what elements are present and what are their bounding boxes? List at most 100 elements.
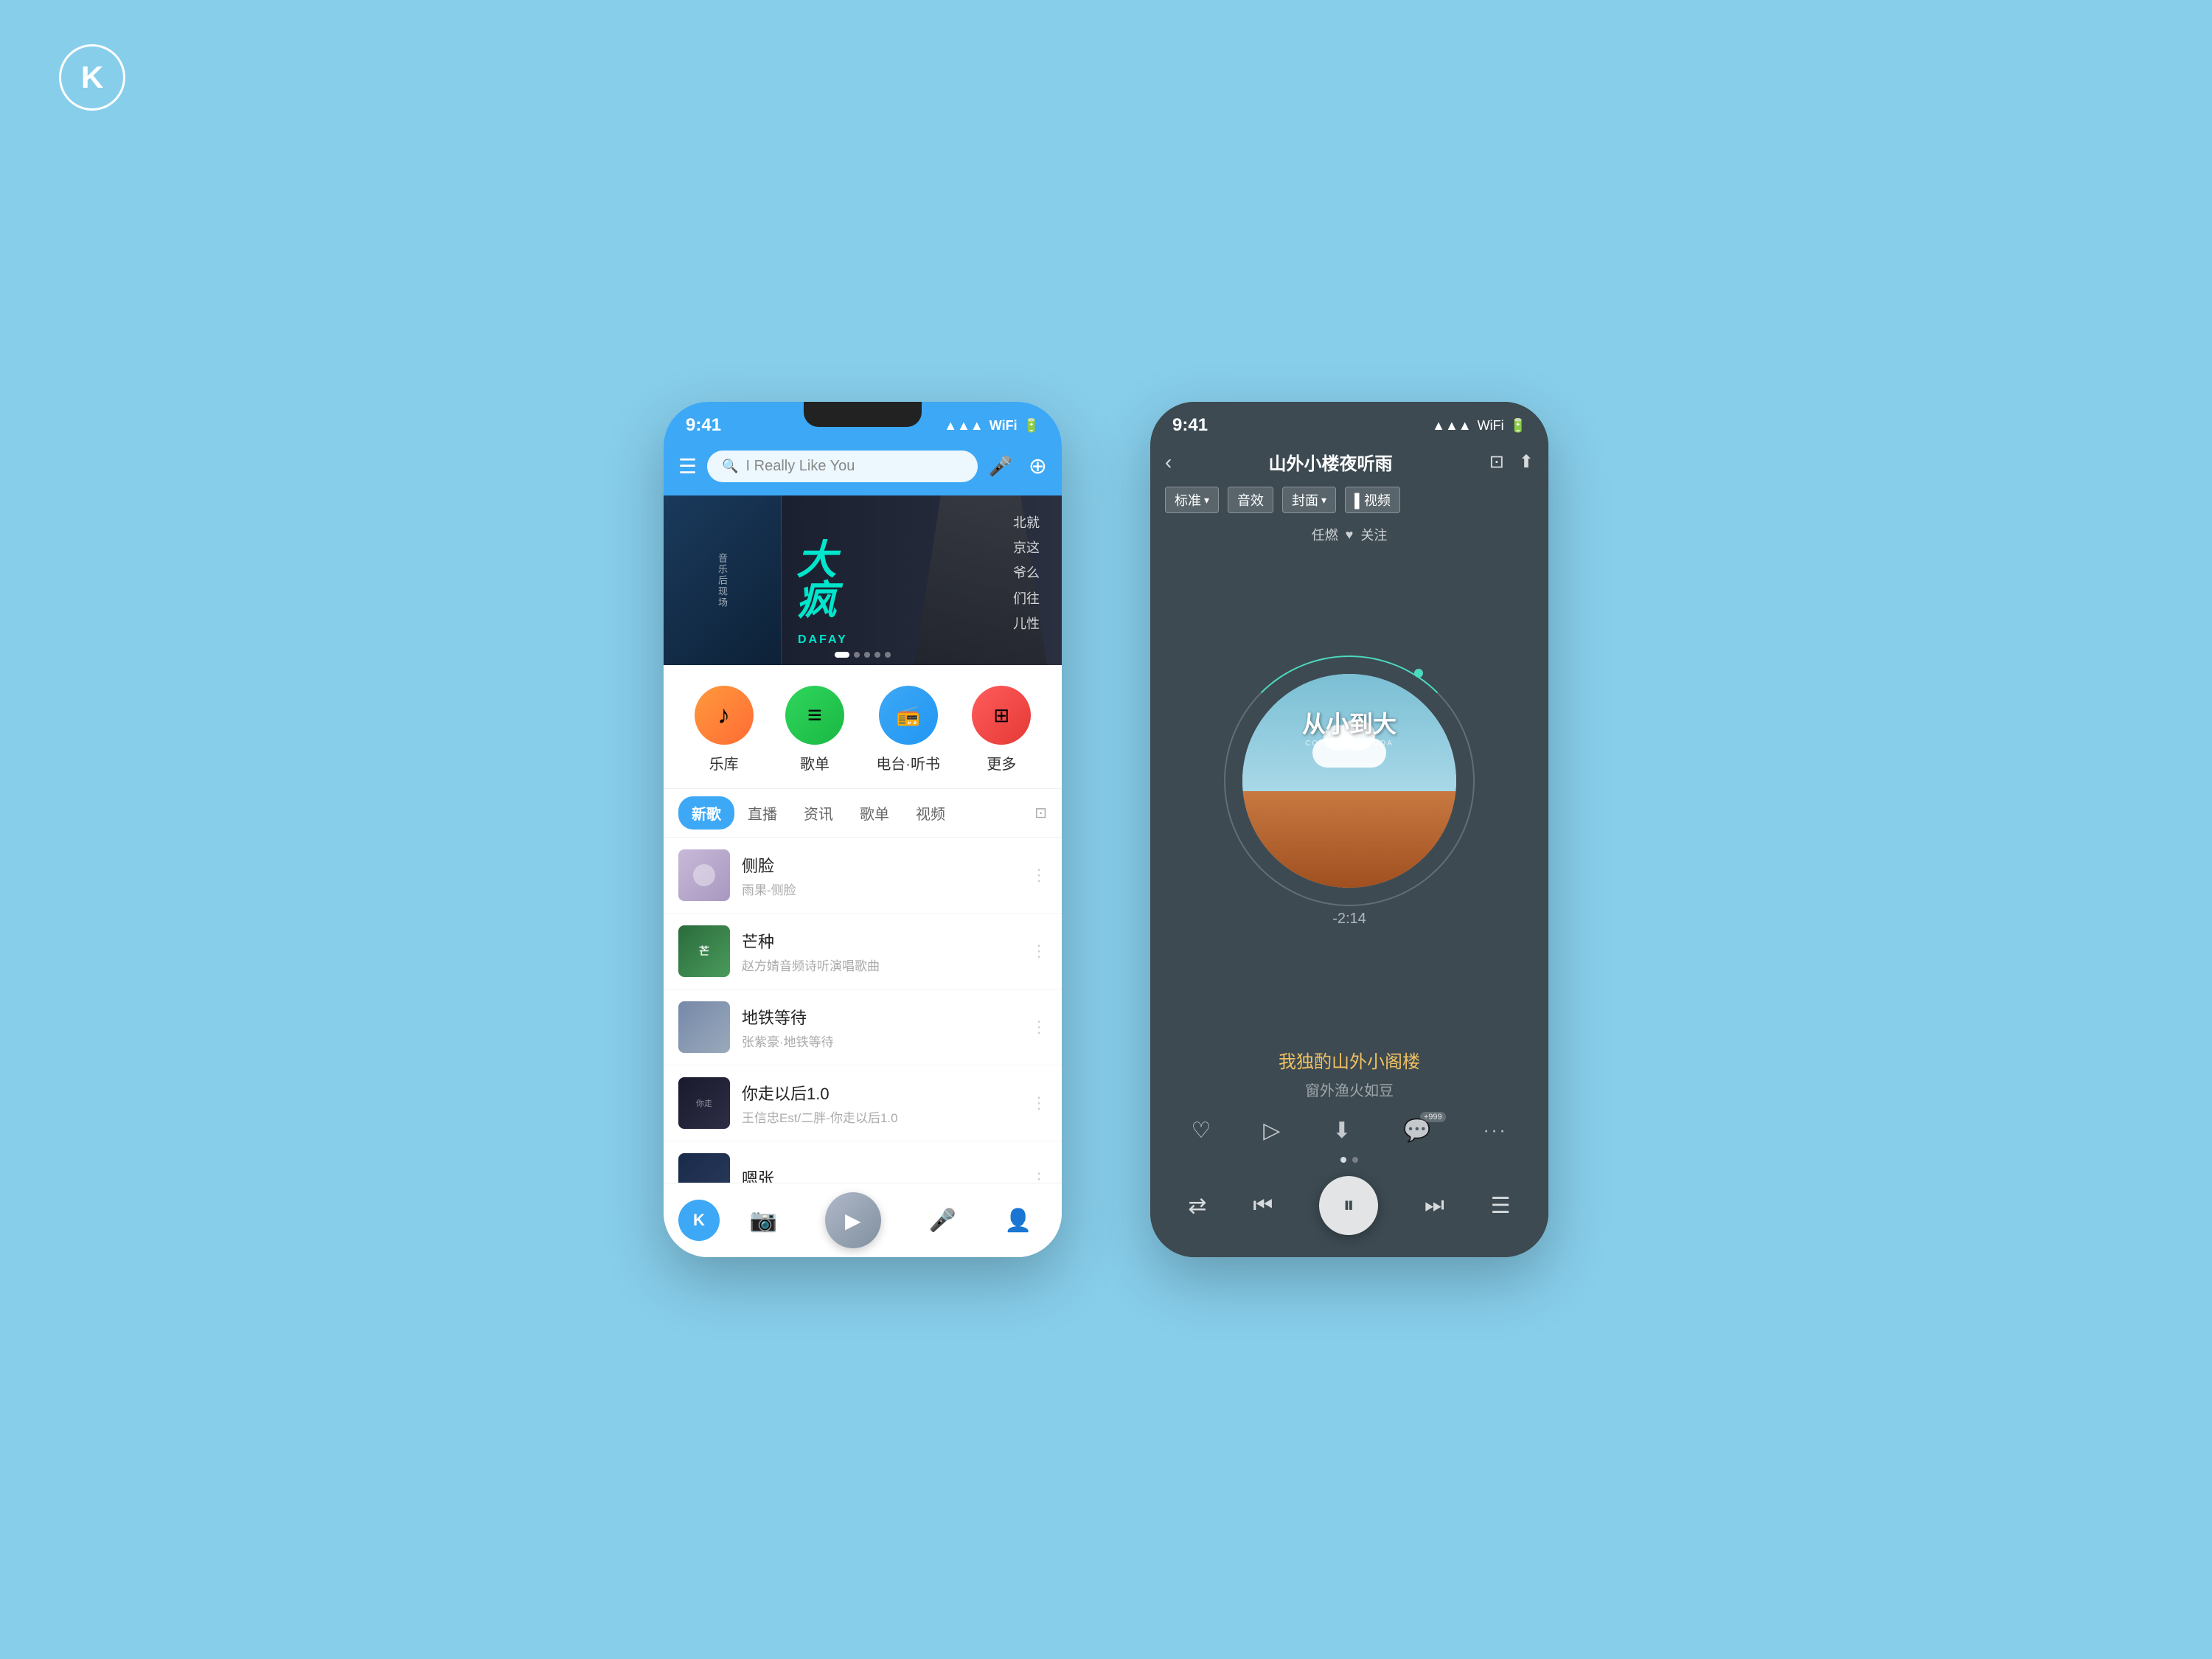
- song-subtitle-2: 赵方婧音频诗听演唱歌曲: [742, 956, 1019, 974]
- left-phone: 9:41 ▲▲▲ WiFi 🔋 ☰ 🔍 I Really Like You 🎤 …: [664, 402, 1062, 1257]
- player-bar: K 📷 ▶ 🎤 👤: [664, 1183, 1062, 1257]
- like-icon[interactable]: ♡: [1191, 1118, 1211, 1144]
- download-icon[interactable]: ⬇: [1332, 1118, 1351, 1144]
- quick-item-library[interactable]: ♪ 乐库: [695, 686, 754, 773]
- tab-live[interactable]: 直播: [734, 796, 790, 830]
- album-title: 从小到大 CONGXIAO DADDA: [1302, 706, 1397, 748]
- song-item-5[interactable]: 嗯张 ⋮: [664, 1141, 1062, 1183]
- tab-video[interactable]: 视频: [902, 796, 959, 830]
- quality-effect[interactable]: 音效: [1228, 487, 1273, 513]
- album-area: 从小到大 CONGXIAO DADDA -2:14: [1150, 550, 1548, 1040]
- song-more-4[interactable]: ⋮: [1031, 1093, 1047, 1113]
- banner-left: 音乐后现场: [664, 495, 782, 665]
- song-subtitle-1: 雨果-侧脸: [742, 880, 1019, 898]
- r-wifi-icon: WiFi: [1478, 418, 1504, 434]
- tab-new-songs[interactable]: 新歌: [678, 796, 734, 830]
- wifi-icon: WiFi: [990, 418, 1018, 434]
- tabs-more-icon[interactable]: ⊡: [1034, 804, 1047, 822]
- quick-item-more[interactable]: ⊞ 更多: [972, 686, 1031, 773]
- song-item-4[interactable]: 你走 你走以后1.0 王信忠Est/二胖-你走以后1.0 ⋮: [664, 1065, 1062, 1141]
- play-pause-btn[interactable]: ⏸: [1319, 1176, 1378, 1235]
- airplay-icon[interactable]: ⊡: [1489, 451, 1504, 473]
- right-phone: 9:41 ▲▲▲ WiFi 🔋 ‹ 山外小楼夜听雨 ⊡ ⬆ 标准 ▾ 音效: [1150, 402, 1548, 1257]
- search-bar[interactable]: 🔍 I Really Like You: [707, 451, 978, 482]
- song-title-5: 嗯张: [742, 1166, 1019, 1183]
- quality-cover[interactable]: 封面 ▾: [1282, 487, 1336, 513]
- playlist-icon: ≡: [785, 686, 844, 745]
- prev-icon[interactable]: ⏮: [1253, 1193, 1273, 1218]
- song-more-1[interactable]: ⋮: [1031, 866, 1047, 885]
- camera-icon[interactable]: 📷: [749, 1208, 776, 1234]
- mic-bar-icon[interactable]: 🎤: [929, 1208, 956, 1234]
- song-item-1[interactable]: 侧脸 雨果-侧脸 ⋮: [664, 838, 1062, 914]
- banner: 音乐后现场 大 疯 DAFAY 北就 京这: [664, 495, 1062, 665]
- song-more-2[interactable]: ⋮: [1031, 942, 1047, 961]
- comment-action[interactable]: 💬 +999: [1403, 1118, 1430, 1144]
- k-avatar-btn[interactable]: K: [678, 1200, 720, 1241]
- play-btn-bar[interactable]: ▶: [825, 1192, 881, 1248]
- library-label: 乐库: [709, 752, 739, 773]
- mic-icon[interactable]: 🎤: [988, 455, 1012, 478]
- song-more-3[interactable]: ⋮: [1031, 1018, 1047, 1037]
- follow-btn[interactable]: 关注: [1360, 525, 1387, 544]
- banner-dot-4: [874, 652, 880, 658]
- quick-item-playlist[interactable]: ≡ 歌单: [785, 686, 844, 773]
- mv-icon[interactable]: ▷: [1263, 1118, 1280, 1144]
- tabs-section: 新歌 直播 资讯 歌单 视频 ⊡: [664, 788, 1062, 838]
- quality-bar: 标准 ▾ 音效 封面 ▾ ▌视频: [1150, 481, 1548, 519]
- song-thumb-2: 芒: [678, 925, 730, 977]
- menu-icon[interactable]: ☰: [678, 454, 697, 479]
- banner-content: 音乐后现场 大 疯 DAFAY 北就 京这: [664, 495, 1062, 665]
- right-status-icons: ▲▲▲ WiFi 🔋: [1432, 418, 1526, 434]
- song-more-5[interactable]: ⋮: [1031, 1169, 1047, 1183]
- progress-dots: [1150, 1154, 1548, 1166]
- dafay-subtitle: DAFAY: [798, 633, 848, 647]
- song-item-3[interactable]: 地铁等待 张紫豪·地铁等待 ⋮: [664, 990, 1062, 1065]
- dafay-title: 大 疯: [796, 540, 837, 621]
- banner-dafay: 大 疯 DAFAY 北就 京这 爷么 们往 儿性: [782, 495, 1062, 665]
- author-name: 任燃: [1312, 525, 1338, 544]
- tab-playlist[interactable]: 歌单: [846, 796, 902, 830]
- song-info-3: 地铁等待 张紫豪·地铁等待: [742, 1005, 1019, 1050]
- tabs-row: 新歌 直播 资讯 歌单 视频 ⊡: [664, 789, 1062, 838]
- time-remaining: -2:14: [1332, 911, 1366, 928]
- action-row: ♡ ▷ ⬇ 💬 +999 ···: [1150, 1107, 1548, 1154]
- add-icon[interactable]: ⊕: [1029, 453, 1047, 479]
- song-thumb-4: 你走: [678, 1077, 730, 1129]
- song-thumb-5: [678, 1153, 730, 1183]
- back-icon[interactable]: ‹: [1165, 451, 1172, 474]
- playlist-icon[interactable]: ☰: [1491, 1193, 1511, 1219]
- radio-icon: 📻: [879, 686, 938, 745]
- song-title-3: 地铁等待: [742, 1005, 1019, 1029]
- next-icon[interactable]: ⏭: [1425, 1193, 1444, 1218]
- r-battery-icon: 🔋: [1510, 418, 1526, 434]
- progress-dot-1: [1340, 1157, 1346, 1163]
- quick-access: ♪ 乐库 ≡ 歌单 📻 电台·听书 ⊞ 更多: [664, 665, 1062, 788]
- share-icon[interactable]: ⬆: [1519, 451, 1534, 473]
- shuffle-icon[interactable]: ⇄: [1188, 1193, 1206, 1219]
- banner-dot-5: [885, 652, 891, 658]
- banner-dot-3: [864, 652, 870, 658]
- banner-music-label: 音乐后现场: [715, 553, 729, 608]
- more-dots-icon[interactable]: ···: [1484, 1121, 1508, 1141]
- more-label: 更多: [987, 752, 1016, 773]
- player-bar-icons: 📷 ▶ 🎤 👤: [734, 1192, 1047, 1248]
- r-signal-icon: ▲▲▲: [1432, 418, 1471, 434]
- profile-icon[interactable]: 👤: [1004, 1208, 1032, 1234]
- song-title-1: 侧脸: [742, 853, 1019, 877]
- signal-icon: ▲▲▲: [944, 418, 983, 434]
- song-info-4: 你走以后1.0 王信忠Est/二胖-你走以后1.0: [742, 1081, 1019, 1126]
- tab-news[interactable]: 资讯: [790, 796, 846, 830]
- left-header: ☰ 🔍 I Really Like You 🎤 ⊕: [664, 443, 1062, 495]
- phones-container: 9:41 ▲▲▲ WiFi 🔋 ☰ 🔍 I Really Like You 🎤 …: [664, 402, 1548, 1257]
- song-item-2[interactable]: 芒 芒种 赵方婧音频诗听演唱歌曲 ⋮: [664, 914, 1062, 990]
- song-list: 侧脸 雨果-侧脸 ⋮ 芒 芒种 赵方婧音频诗听演唱歌曲 ⋮: [664, 838, 1062, 1183]
- song-info-2: 芒种 赵方婧音频诗听演唱歌曲: [742, 929, 1019, 974]
- comment-badge: +999: [1420, 1112, 1446, 1122]
- quality-standard[interactable]: 标准 ▾: [1165, 487, 1219, 513]
- song-info-5: 嗯张: [742, 1166, 1019, 1183]
- quick-item-radio[interactable]: 📻 电台·听书: [876, 686, 940, 773]
- quality-video[interactable]: ▌视频: [1345, 487, 1400, 513]
- banner-dot-2: [854, 652, 860, 658]
- song-thumb-3: [678, 1001, 730, 1053]
